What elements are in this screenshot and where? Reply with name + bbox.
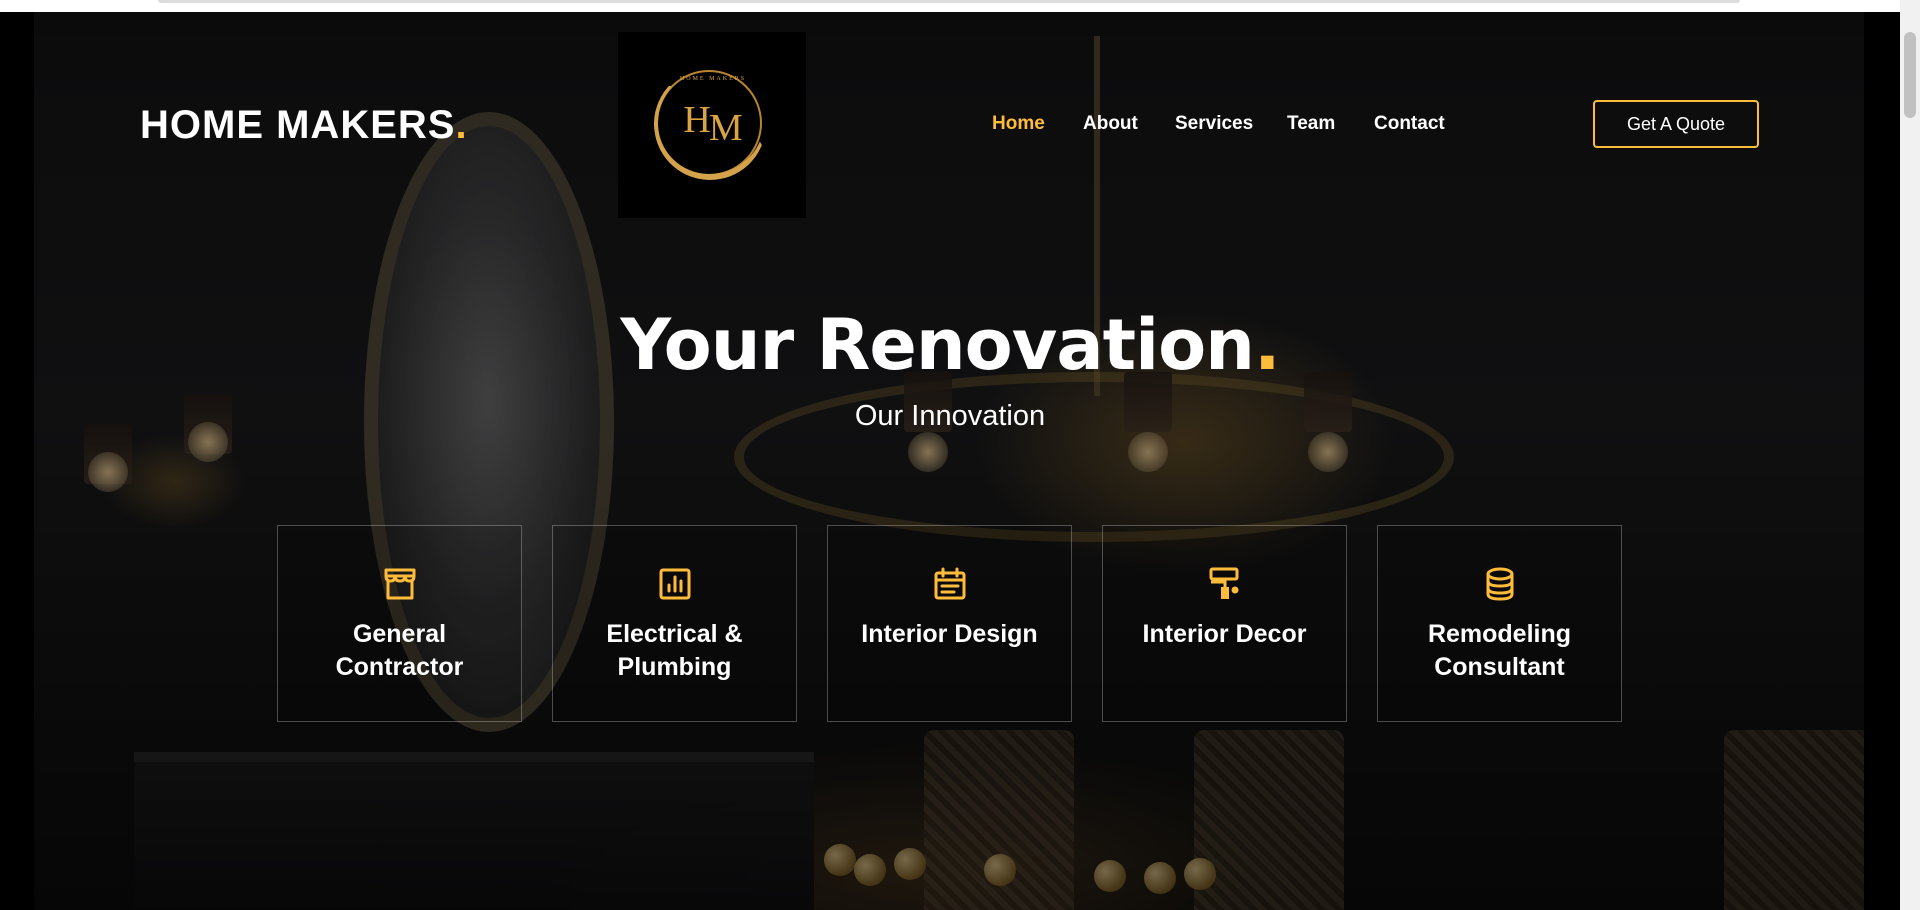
service-card-general-contractor[interactable]: General Contractor [277,525,522,722]
service-card-label: Electrical & Plumbing [606,620,743,681]
scrollbar-thumb[interactable] [1904,32,1916,118]
hero-title: Your Renovation. [0,302,1900,388]
nav-item-team[interactable]: Team [1287,112,1335,136]
calendar-icon [934,567,966,600]
browser-top-strip [0,0,1900,12]
service-card-interior-decor[interactable]: Interior Decor [1102,525,1347,722]
service-card-electrical-plumbing[interactable]: Electrical & Plumbing [552,525,797,722]
brand-name: HOME MAKERS [140,103,456,147]
logo-ring-text: HOME MAKERS [679,76,747,82]
paint-roller-icon [1209,567,1239,599]
logo-emblem[interactable]: HOME MAKERS HM [618,32,806,218]
page-scrollbar[interactable] [1900,0,1920,910]
hero-title-text: Your Renovation [620,304,1255,386]
service-card-label: Remodeling Consultant [1427,620,1572,681]
database-icon [1486,567,1514,601]
logo-monogram: HM [618,98,806,149]
service-card-remodeling-consultant[interactable]: Remodeling Consultant [1377,525,1622,722]
address-bar-edge [158,0,1740,3]
nav-item-contact[interactable]: Contact [1374,112,1445,136]
nav-item-about[interactable]: About [1083,112,1138,136]
service-card-label: Interior Design [861,620,1038,648]
hero-subtitle: Our Innovation [854,400,1046,432]
hero-title-dot: . [1254,304,1281,386]
nav-item-services[interactable]: Services [1175,112,1253,136]
get-a-quote-button[interactable]: Get A Quote [1593,100,1759,148]
brand-logo-text[interactable]: HOME MAKERS. [140,100,468,150]
storefront-icon [384,568,416,600]
bar-chart-icon [659,568,691,600]
brand-dot: . [455,103,468,147]
service-card-label: Interior Decor [1142,620,1307,648]
nav-item-home[interactable]: Home [992,112,1045,136]
service-card-interior-design[interactable]: Interior Design [827,525,1072,722]
logo-letter-h: H [683,99,710,141]
logo-letter-m: M [708,107,743,149]
service-card-label: General Contractor [335,620,464,681]
